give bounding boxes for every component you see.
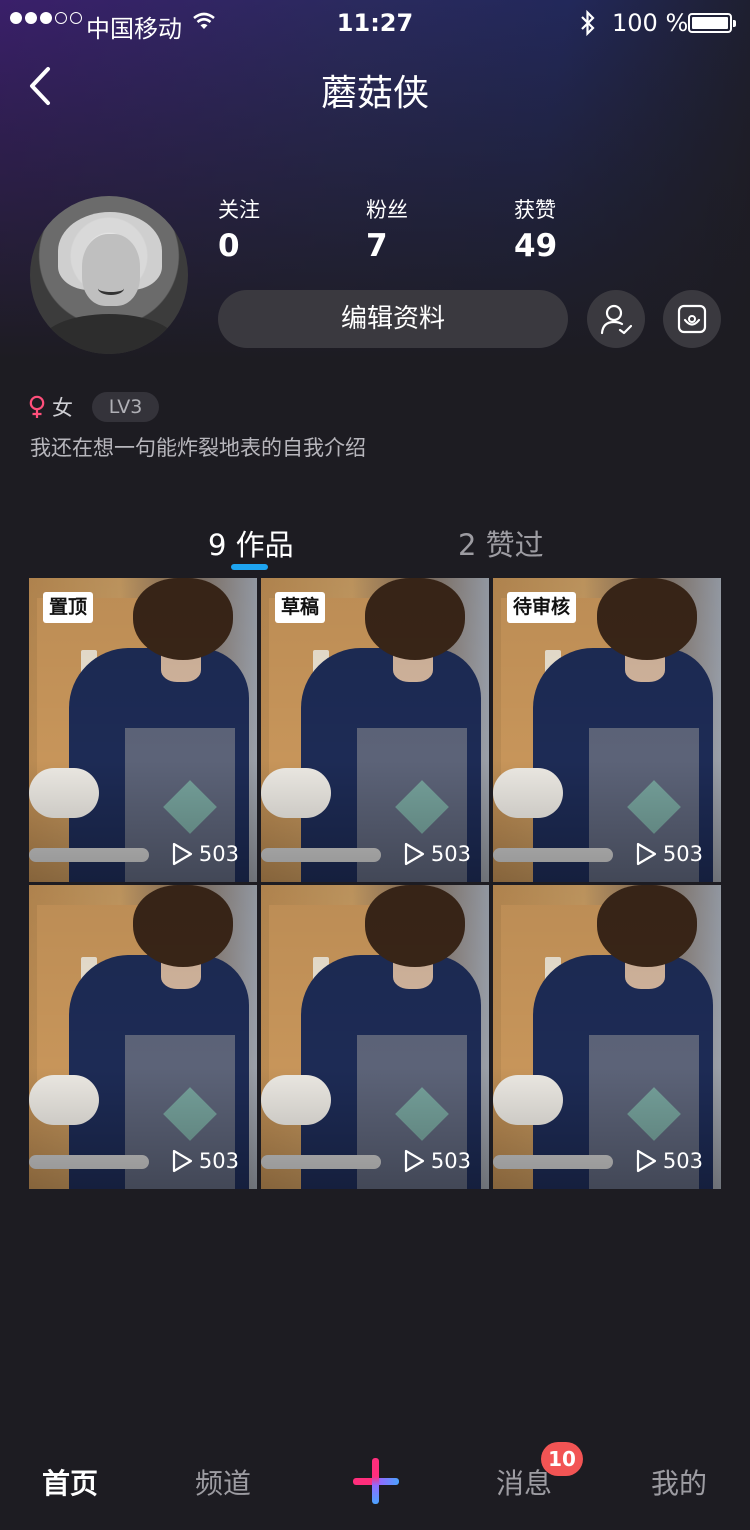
play-icon (172, 1149, 193, 1173)
stat-label: 粉丝 (366, 198, 408, 222)
create-plus-icon[interactable] (353, 1458, 399, 1504)
stat-likes[interactable]: 获赞 49 (514, 194, 557, 264)
play-count: 503 (171, 1149, 239, 1173)
stat-value: 0 (218, 228, 240, 264)
profile-card-icon (677, 304, 707, 334)
avatar[interactable] (30, 196, 188, 354)
tile-tag: 草稿 (275, 592, 326, 623)
play-icon (404, 842, 425, 866)
play-icon (636, 1149, 657, 1173)
messages-badge: 10 (541, 1442, 583, 1476)
stat-following[interactable]: 关注 0 (218, 194, 260, 264)
tile-tag: 置顶 (43, 592, 94, 623)
tabbar-item-me[interactable]: 我的 (651, 1462, 707, 1502)
work-tile[interactable]: 503 (261, 885, 489, 1189)
bio-text: 我还在想一句能炸裂地表的自我介绍 (30, 436, 366, 460)
play-count: 503 (171, 842, 239, 866)
stat-label: 关注 (218, 198, 260, 222)
video-thumbnail (261, 578, 489, 882)
works-grid: 置顶 503 草稿 503 待审核 503 503 503 503 (29, 578, 721, 1189)
play-icon (404, 1149, 425, 1173)
play-count-value: 503 (662, 1149, 703, 1173)
play-icon (636, 842, 657, 866)
tile-tag: 待审核 (507, 592, 577, 623)
level-badge: LV3 (92, 392, 159, 422)
stat-label: 获赞 (514, 198, 556, 222)
gender-tag: 女 (28, 392, 73, 422)
tab-indicator (231, 564, 268, 570)
edit-profile-button[interactable]: 编辑资料 (218, 290, 568, 348)
work-tile[interactable]: 草稿 503 (261, 578, 489, 882)
play-count: 503 (403, 842, 471, 866)
user-check-icon (600, 304, 632, 335)
battery-icon (688, 13, 736, 33)
play-count-value: 503 (430, 842, 471, 866)
work-tile[interactable]: 置顶 503 (29, 578, 257, 882)
page-title: 蘑菇侠 (320, 73, 429, 114)
play-count: 503 (635, 842, 703, 866)
stat-followers[interactable]: 粉丝 7 (366, 194, 408, 264)
work-tile[interactable]: 503 (29, 885, 257, 1189)
card-button[interactable] (663, 290, 721, 348)
battery-percent: 100 % (612, 9, 689, 37)
play-count: 503 (635, 1149, 703, 1173)
tab-works[interactable]: 9 作品 (208, 522, 294, 564)
friends-button[interactable] (587, 290, 645, 348)
stat-value: 7 (366, 228, 388, 264)
female-icon (29, 395, 45, 418)
video-thumbnail (261, 885, 489, 1189)
play-count: 503 (403, 1149, 471, 1173)
gender-label: 女 (52, 396, 73, 420)
video-thumbnail (493, 578, 721, 882)
video-thumbnail (493, 885, 721, 1189)
bluetooth-icon (581, 9, 595, 37)
play-count-value: 503 (662, 842, 703, 866)
video-thumbnail (29, 885, 257, 1189)
play-icon (172, 842, 193, 866)
work-tile[interactable]: 待审核 503 (493, 578, 721, 882)
stat-value: 49 (514, 228, 558, 264)
tabbar-item-home[interactable]: 首页 (42, 1462, 98, 1502)
tab-liked[interactable]: 2 赞过 (458, 522, 544, 564)
tabbar-item-channel[interactable]: 频道 (195, 1462, 251, 1502)
play-count-value: 503 (198, 842, 239, 866)
play-count-value: 503 (430, 1149, 471, 1173)
play-count-value: 503 (198, 1149, 239, 1173)
status-bar: 中国移动 11:27 100 % (0, 0, 750, 48)
video-thumbnail (29, 578, 257, 882)
work-tile[interactable]: 503 (493, 885, 721, 1189)
